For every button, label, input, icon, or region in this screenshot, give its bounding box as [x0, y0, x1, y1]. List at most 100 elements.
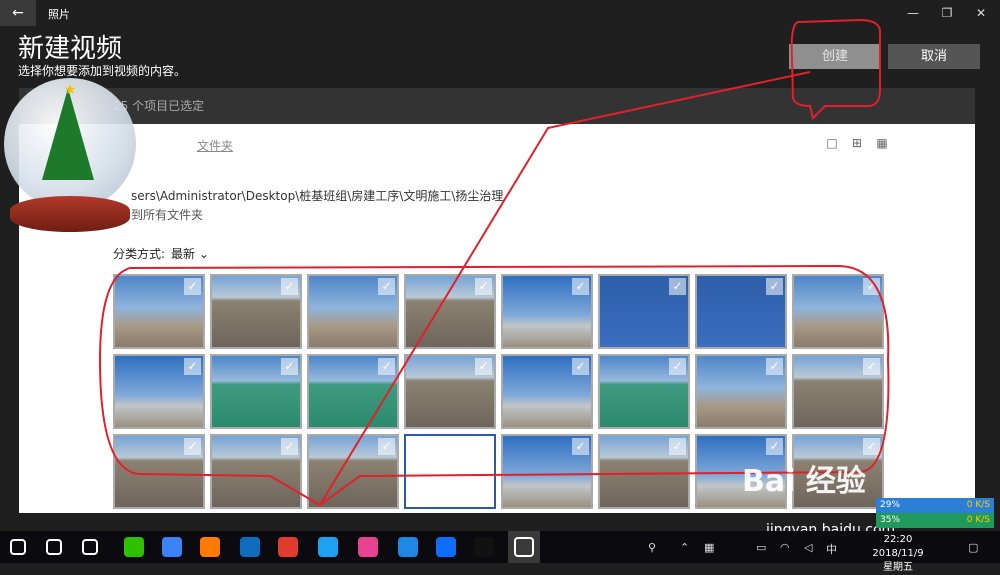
sort-dropdown[interactable]: 最新 ⌄	[171, 245, 209, 262]
photo-thumbnail[interactable]: ✓	[210, 274, 302, 349]
photo-thumbnail[interactable]: ✓	[210, 354, 302, 429]
clock-time: 22:20	[883, 534, 913, 545]
checkmark-icon[interactable]: ✓	[378, 438, 395, 455]
colorwheel-icon[interactable]	[358, 537, 378, 557]
translate-icon[interactable]	[436, 537, 456, 557]
clock[interactable]: 22:20 2018/11/9 星期五	[866, 533, 930, 575]
search-icon[interactable]	[46, 539, 62, 555]
ime-indicator[interactable]: 中	[826, 541, 837, 557]
checkmark-icon[interactable]: ✓	[669, 438, 686, 455]
photo-thumbnail[interactable]: ✓	[210, 434, 302, 509]
checkmark-icon[interactable]: ✓	[863, 278, 880, 295]
photo-thumbnail[interactable]: ✓	[501, 274, 593, 349]
photo-thumbnail[interactable]: ✓	[404, 434, 496, 509]
medium-view-icon[interactable]: ⊞	[850, 136, 864, 150]
feishu-icon[interactable]	[162, 537, 182, 557]
grid-tray-icon[interactable]: ▦	[704, 541, 714, 554]
photo-thumbnail[interactable]: ✓	[598, 434, 690, 509]
cancel-button[interactable]: 取消	[888, 44, 980, 69]
netspeed-up-row: 29% 0 K/S	[876, 498, 994, 513]
checkmark-icon[interactable]: ✓	[669, 358, 686, 375]
title-bar: ← 照片 — ❐ ✕	[0, 0, 1000, 26]
clock-date: 2018/11/9 星期五	[872, 548, 924, 573]
page-title: 新建视频	[18, 34, 123, 64]
photo-thumbnail[interactable]: ✓	[695, 354, 787, 429]
checkmark-icon[interactable]: ✓	[669, 278, 686, 295]
sort-value: 最新	[171, 247, 196, 261]
large-view-icon[interactable]: □	[825, 136, 839, 150]
checkmark-icon[interactable]: ✓	[475, 358, 492, 375]
baidu-watermark: Bai 经验	[742, 464, 866, 499]
volume-icon[interactable]: ◁	[804, 541, 812, 554]
browser-icon[interactable]	[318, 537, 338, 557]
app-name: 照片	[48, 8, 70, 21]
globe-base	[10, 196, 130, 232]
headset-icon[interactable]	[398, 537, 418, 557]
back-to-all-folders-link[interactable]: 到所有文件夹	[131, 206, 203, 223]
photo-thumbnail[interactable]: ✓	[598, 354, 690, 429]
photo-thumbnail[interactable]: ✓	[501, 434, 593, 509]
photo-thumbnail[interactable]: ✓	[113, 434, 205, 509]
christmas-globe-decoration: ★	[0, 78, 140, 234]
checkmark-icon[interactable]: ✓	[766, 358, 783, 375]
checkmark-icon[interactable]: ✓	[863, 358, 880, 375]
checkmark-icon[interactable]: ✓	[572, 278, 589, 295]
photo-thumbnail[interactable]: ✓	[307, 274, 399, 349]
folder-tab[interactable]: 文件夹	[197, 137, 233, 154]
checkmark-icon[interactable]: ✓	[281, 278, 298, 295]
photo-thumbnail[interactable]: ✓	[501, 354, 593, 429]
checkmark-icon[interactable]: ✓	[766, 278, 783, 295]
person-icon[interactable]: ⚲	[648, 541, 656, 554]
photo-thumbnail[interactable]: ✓	[404, 354, 496, 429]
photo-thumbnail[interactable]: ✓	[598, 274, 690, 349]
outlook-icon[interactable]	[240, 537, 260, 557]
star-icon: ★	[64, 82, 77, 98]
checkmark-icon[interactable]: ✓	[766, 438, 783, 455]
download-speed: 0 K/S	[966, 515, 990, 525]
wechat-icon[interactable]	[124, 537, 144, 557]
small-view-icon[interactable]: ▦	[875, 136, 889, 150]
checkmark-icon[interactable]: ✓	[378, 278, 395, 295]
cpu-usage: 29%	[880, 500, 901, 510]
checkmark-icon[interactable]: ✓	[572, 358, 589, 375]
memory-usage: 35%	[880, 515, 901, 525]
upload-speed: 0 K/S	[966, 500, 990, 510]
create-button[interactable]: 创建	[789, 44, 881, 69]
checkmark-icon[interactable]: ✓	[184, 278, 201, 295]
checkmark-icon[interactable]: ✓	[475, 278, 492, 295]
folder-path: sers\Administrator\Desktop\桩基班组\房建工序\文明施…	[131, 189, 504, 203]
notification-icon[interactable]: ▢	[968, 541, 978, 554]
ring-icon[interactable]	[200, 537, 220, 557]
windows-start-icon[interactable]	[10, 539, 26, 555]
checkmark-icon[interactable]: ✓	[475, 438, 492, 455]
photos-icon[interactable]	[514, 537, 534, 557]
close-icon[interactable]: ✕	[964, 0, 998, 26]
checkmark-icon[interactable]: ✓	[378, 358, 395, 375]
photo-thumbnail[interactable]: ✓	[792, 354, 884, 429]
netspeed-down-row: 35% 0 K/S	[876, 513, 994, 528]
taskbar: ⚲ ⌃ ▦ ▭ ◠ ◁ 中 22:20 2018/11/9 星期五 ▢	[0, 531, 1000, 573]
photo-thumbnail[interactable]: ✓	[792, 274, 884, 349]
photo-thumbnail[interactable]: ✓	[113, 274, 205, 349]
wifi-icon[interactable]: ◠	[780, 541, 790, 554]
minimize-icon[interactable]: —	[896, 0, 930, 26]
photo-thumbnail[interactable]: ✓	[695, 274, 787, 349]
checkmark-icon[interactable]: ✓	[863, 438, 880, 455]
page-subtitle: 选择你想要添加到视频的内容。	[18, 64, 187, 78]
checkmark-icon[interactable]: ✓	[281, 358, 298, 375]
checkmark-icon[interactable]: ✓	[184, 438, 201, 455]
task-view-icon[interactable]	[82, 539, 98, 555]
photo-thumbnail[interactable]: ✓	[307, 354, 399, 429]
it-icon[interactable]	[278, 537, 298, 557]
photo-thumbnail[interactable]: ✓	[404, 274, 496, 349]
restore-icon[interactable]: ❐	[930, 0, 964, 26]
checkmark-icon[interactable]: ✓	[572, 438, 589, 455]
photo-thumbnail[interactable]: ✓	[113, 354, 205, 429]
back-arrow-icon[interactable]: ←	[0, 0, 36, 26]
qq-icon[interactable]	[474, 537, 494, 557]
chevron-up-icon[interactable]: ⌃	[680, 541, 689, 554]
checkmark-icon[interactable]: ✓	[281, 438, 298, 455]
checkmark-icon[interactable]: ✓	[184, 358, 201, 375]
photo-thumbnail[interactable]: ✓	[307, 434, 399, 509]
battery-icon[interactable]: ▭	[756, 541, 766, 554]
